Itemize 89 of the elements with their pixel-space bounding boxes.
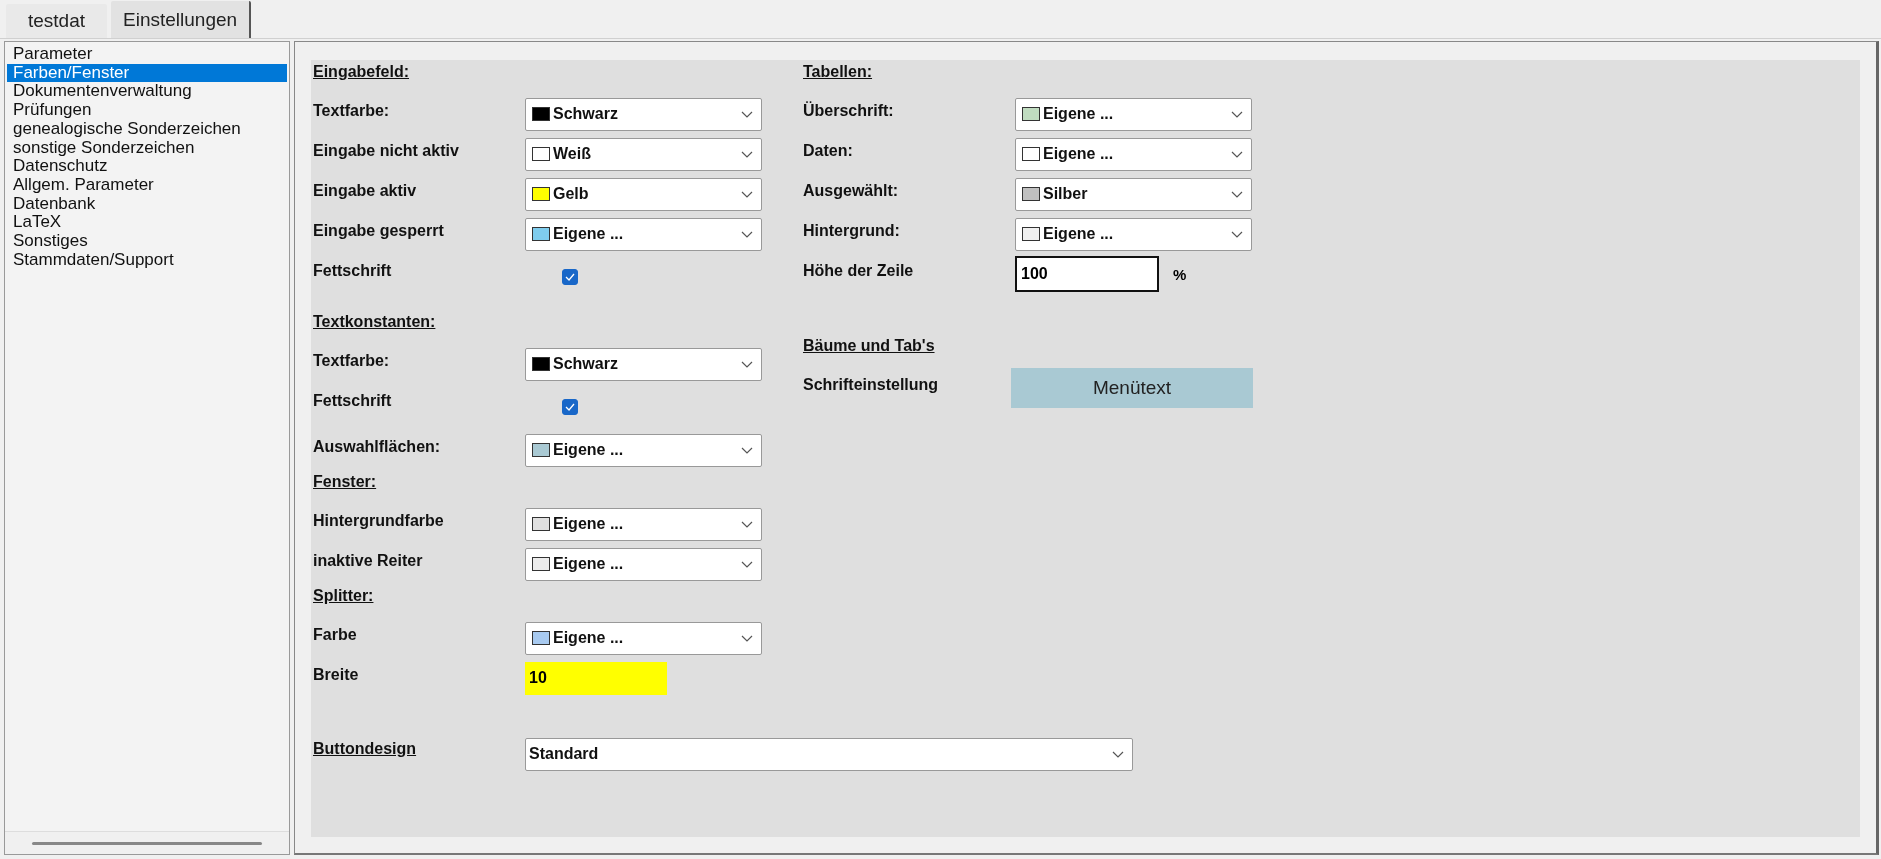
- chevron-down-icon: [741, 520, 753, 528]
- dropdown-value: Schwarz: [553, 105, 619, 123]
- sidebar-item[interactable]: Parameter: [7, 45, 287, 64]
- color-dropdown[interactable]: Eigene ...: [1015, 97, 1252, 131]
- field-label: Fettschrift: [313, 391, 393, 410]
- field-label: Fettschrift: [313, 261, 393, 280]
- dropdown-value: Weiß: [553, 145, 592, 163]
- field-label: Hintergrundfarbe: [313, 511, 445, 530]
- color-dropdown[interactable]: Schwarz: [525, 347, 762, 381]
- unit-label: %: [1173, 265, 1187, 283]
- chevron-down-icon: [741, 230, 753, 238]
- sidebar-item[interactable]: Datenbank: [7, 194, 287, 214]
- field-label: Daten:: [803, 141, 854, 160]
- tab[interactable]: testdat: [6, 4, 108, 38]
- color-dropdown[interactable]: Eigene ...: [1015, 217, 1252, 251]
- dropdown-value: Eigene ...: [553, 555, 625, 573]
- color-dropdown[interactable]: Schwarz: [525, 97, 762, 131]
- field-label: inaktive Reiter: [313, 551, 424, 570]
- field-label: Farbe: [313, 625, 358, 644]
- section-heading: Textkonstanten:: [313, 312, 437, 332]
- dropdown-value: Standard: [529, 745, 600, 763]
- sidebar-item[interactable]: sonstige Sonderzeichen: [7, 138, 287, 158]
- section-heading: Splitter:: [313, 586, 375, 606]
- color-dropdown[interactable]: Gelb: [525, 177, 762, 211]
- sidebar-item[interactable]: Farben/Fenster: [7, 63, 287, 83]
- chevron-down-icon: [741, 150, 753, 158]
- chevron-down-icon: [741, 110, 753, 118]
- dropdown-value: Eigene ...: [553, 441, 625, 459]
- dropdown-value: Eigene ...: [553, 515, 625, 533]
- field-label: Schrifteinstellung: [803, 375, 940, 394]
- sidebar-item[interactable]: LaTeX: [7, 213, 287, 233]
- checkbox[interactable]: [562, 269, 578, 285]
- checkmark-icon: [565, 403, 575, 411]
- color-dropdown[interactable]: Eigene ...: [525, 507, 762, 541]
- sidebar-item[interactable]: Sonstiges: [7, 232, 287, 251]
- color-dropdown[interactable]: Weiß: [525, 137, 762, 171]
- checkbox[interactable]: [562, 399, 578, 415]
- design-dropdown[interactable]: Standard: [525, 737, 1133, 771]
- chevron-down-icon: [741, 360, 753, 368]
- sidebar-item[interactable]: Prüfungen: [7, 101, 287, 120]
- field-label: Ausgewählt:: [803, 181, 900, 200]
- chevron-down-icon: [1231, 150, 1243, 158]
- sidebar-item[interactable]: genealogische Sonderzeichen: [7, 119, 287, 139]
- field-label: Textfarbe:: [313, 101, 391, 120]
- color-dropdown[interactable]: Eigene ...: [525, 217, 762, 251]
- field-label: Eingabe gesperrt: [313, 221, 445, 240]
- section-heading: Eingabefeld:: [313, 62, 410, 82]
- field-label: Hintergrund:: [803, 221, 901, 240]
- input-field[interactable]: 10: [525, 661, 667, 695]
- field-label: Höhe der Zeile: [803, 261, 915, 280]
- field-label: Breite: [313, 665, 360, 684]
- color-dropdown[interactable]: Silber: [1015, 177, 1252, 211]
- chevron-down-icon: [741, 560, 753, 568]
- section-heading: Tabellen:: [803, 62, 874, 82]
- chevron-down-icon: [1112, 750, 1124, 758]
- field-label: Überschrift:: [803, 100, 895, 120]
- color-dropdown[interactable]: Eigene ...: [525, 433, 762, 467]
- dropdown-value: Eigene ...: [1043, 225, 1115, 243]
- field-label: Eingabe aktiv: [313, 181, 418, 200]
- chevron-down-icon: [741, 446, 753, 454]
- chevron-down-icon: [1231, 110, 1243, 118]
- section-heading: Buttondesign: [313, 739, 418, 759]
- font-button[interactable]: Menütext: [1011, 368, 1253, 408]
- sidebar-item[interactable]: Stammdaten/Support: [7, 250, 287, 270]
- field-label: Auswahlflächen:: [313, 437, 442, 456]
- sidebar-item[interactable]: Dokumentenverwaltung: [7, 82, 287, 102]
- checkmark-icon: [565, 273, 575, 281]
- dropdown-value: Eigene ...: [553, 629, 625, 647]
- tab[interactable]: Einstellungen: [111, 1, 252, 38]
- section-heading: Fenster:: [313, 472, 378, 492]
- dropdown-value: Eigene ...: [1043, 105, 1115, 123]
- color-dropdown[interactable]: Eigene ...: [525, 621, 762, 655]
- dropdown-value: Eigene ...: [553, 225, 625, 243]
- input-field[interactable]: 100: [1015, 256, 1159, 292]
- chevron-down-icon: [741, 190, 753, 198]
- dropdown-value: Gelb: [553, 185, 590, 203]
- chevron-down-icon: [1231, 190, 1243, 198]
- dropdown-value: Silber: [1043, 185, 1089, 203]
- field-label: Eingabe nicht aktiv: [313, 141, 460, 160]
- dropdown-value: Schwarz: [553, 355, 619, 373]
- chevron-down-icon: [1231, 230, 1243, 238]
- color-dropdown[interactable]: Eigene ...: [1015, 137, 1252, 171]
- color-dropdown[interactable]: Eigene ...: [525, 547, 762, 581]
- dropdown-value: Eigene ...: [1043, 145, 1115, 163]
- field-label: Textfarbe:: [313, 351, 391, 370]
- sidebar-item[interactable]: Datenschutz: [7, 157, 287, 176]
- chevron-down-icon: [741, 634, 753, 642]
- section-heading: Bäume und Tab's: [803, 336, 936, 356]
- sidebar-item[interactable]: Allgem. Parameter: [7, 175, 287, 195]
